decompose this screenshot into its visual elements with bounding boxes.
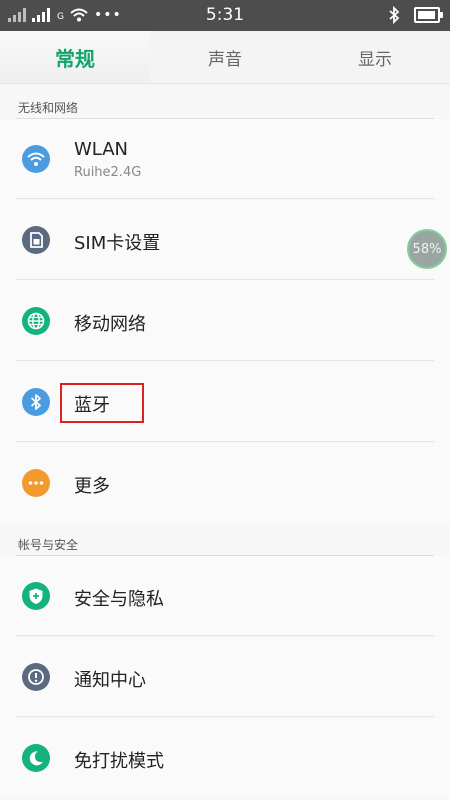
bluetooth-status-icon	[389, 6, 400, 24]
settings-item-mobile-network[interactable]: 移动网络	[0, 281, 450, 361]
settings-tabs: 常规 声音 显示	[0, 31, 450, 84]
highlight-box	[60, 383, 144, 423]
more-label: 更多	[74, 476, 110, 497]
bluetooth-icon	[22, 388, 50, 416]
battery-icon	[414, 7, 443, 23]
notification-icon	[22, 663, 50, 691]
wifi-icon	[22, 145, 50, 173]
tab-display[interactable]: 显示	[300, 31, 450, 83]
wlan-label: WLAN	[74, 139, 129, 160]
row-divider	[16, 716, 434, 717]
settings-item-security-privacy[interactable]: 安全与隐私	[0, 556, 450, 636]
row-divider	[16, 198, 434, 199]
globe-icon	[22, 307, 50, 335]
row-divider	[16, 635, 434, 636]
status-bar: G ••• 5:31	[0, 0, 450, 31]
wlan-network-name: Ruihe2.4G	[74, 165, 142, 180]
settings-item-sim-card[interactable]: SIM卡设置	[0, 200, 450, 280]
notification-center-label: 通知中心	[74, 670, 146, 691]
tab-sound[interactable]: 声音	[150, 31, 300, 83]
shield-icon	[22, 582, 50, 610]
security-privacy-label: 安全与隐私	[74, 589, 164, 610]
row-divider	[16, 279, 434, 280]
section-header-account-security: 帐号与安全	[18, 538, 79, 552]
sim-card-label: SIM卡设置	[74, 233, 161, 254]
section-header-wireless: 无线和网络	[18, 101, 79, 115]
moon-icon	[22, 744, 50, 772]
row-divider	[16, 441, 434, 442]
floating-memory-bubble[interactable]: 58%	[407, 229, 447, 269]
row-divider	[16, 360, 434, 361]
sim-card-icon	[22, 226, 50, 254]
settings-item-notification-center[interactable]: 通知中心	[0, 637, 450, 717]
settings-item-wlan[interactable]: WLAN Ruihe2.4G	[0, 119, 450, 199]
mobile-network-label: 移动网络	[74, 314, 146, 335]
settings-item-do-not-disturb[interactable]: 免打扰模式	[0, 718, 450, 798]
status-time: 5:31	[205, 5, 245, 25]
more-icon	[22, 469, 50, 497]
settings-item-more[interactable]: 更多	[0, 443, 450, 523]
tab-general[interactable]: 常规	[0, 31, 150, 83]
do-not-disturb-label: 免打扰模式	[74, 751, 164, 772]
